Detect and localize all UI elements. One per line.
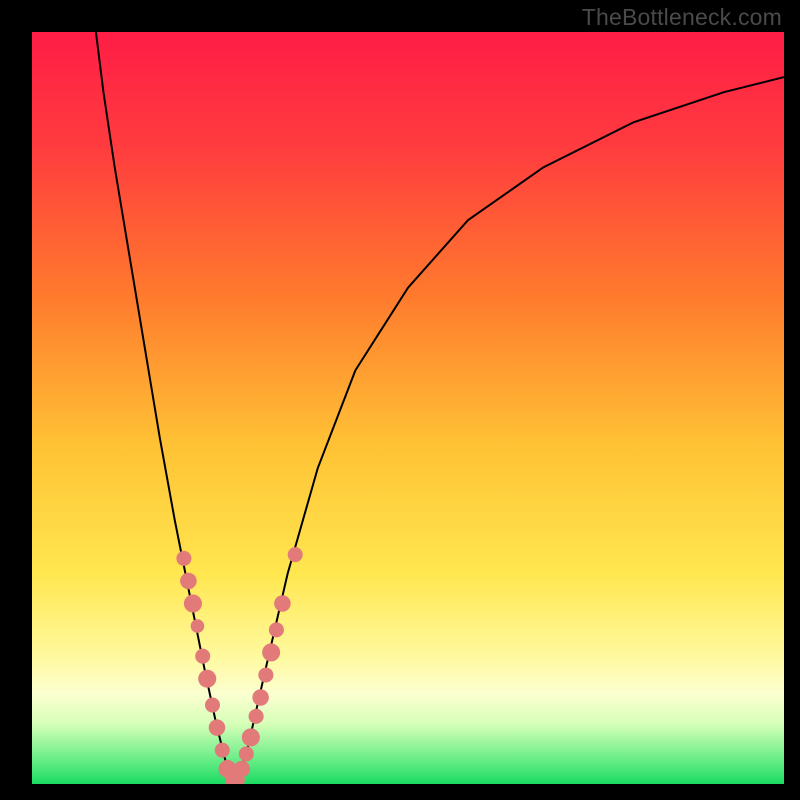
marker-dot <box>262 643 280 661</box>
curve-left-curve <box>96 32 235 784</box>
watermark-text: TheBottleneck.com <box>582 4 782 31</box>
curve-right-curve <box>235 77 784 784</box>
marker-dot <box>209 719 226 736</box>
chart-frame: TheBottleneck.com <box>0 0 800 800</box>
marker-dot <box>191 619 205 633</box>
marker-dot <box>198 670 216 688</box>
marker-dot <box>242 728 260 746</box>
curves-layer <box>32 32 784 784</box>
marker-dot <box>239 746 254 761</box>
marker-dot <box>288 547 303 562</box>
marker-dot <box>205 698 220 713</box>
marker-dot <box>176 551 191 566</box>
marker-dot <box>274 595 291 612</box>
marker-dot <box>269 622 284 637</box>
marker-dot <box>234 761 251 778</box>
marker-dot <box>215 743 230 758</box>
plot-area <box>32 32 784 784</box>
marker-dot <box>184 594 202 612</box>
marker-dot <box>180 573 197 590</box>
marker-dot <box>258 667 273 682</box>
marker-dot <box>252 689 269 706</box>
marker-dot <box>195 649 210 664</box>
marker-dot <box>249 709 264 724</box>
